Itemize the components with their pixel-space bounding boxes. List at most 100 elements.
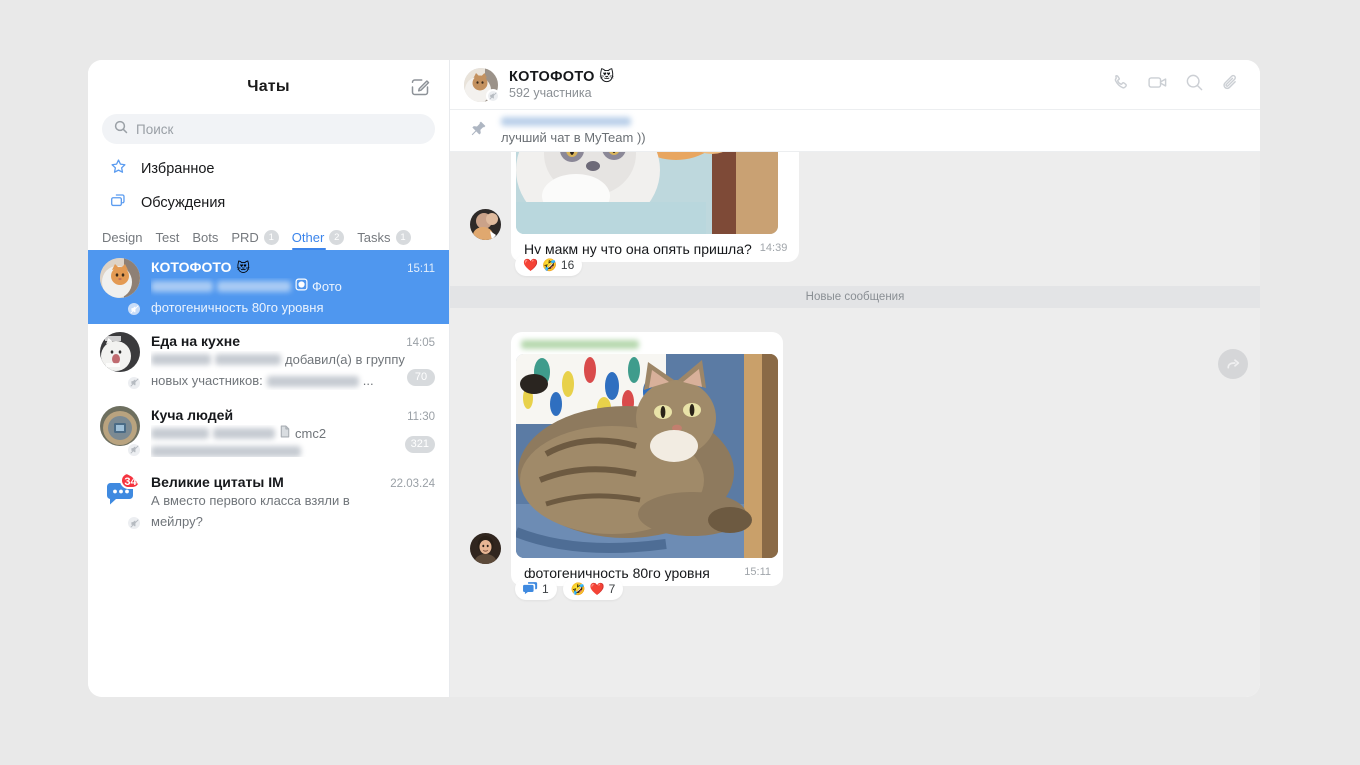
chat-item-body: КОТОФОТО 😻 15:11 Фото фотогеничность 80г… — [151, 258, 435, 316]
chat-list-item-velikie-citaty[interactable]: 34 Великие цитаты IM 22.03.24 А вместо п… — [88, 465, 449, 538]
thread-replies-pill[interactable]: 1 — [515, 578, 557, 601]
chat-item-top: КОТОФОТО 😻 15:11 — [151, 259, 435, 276]
chat-item-preview: А вместо первого класса взяли в мейлру? — [151, 492, 435, 530]
reaction-pill[interactable]: 🤣 ❤️ 7 — [562, 578, 624, 601]
reaction-pill[interactable]: ❤️ 🤣 16 — [515, 254, 583, 277]
avatar-wrapper — [100, 258, 142, 318]
hidden-sender-surname — [213, 427, 275, 439]
mute-badge — [126, 515, 142, 532]
chat-item-body: Еда на кухне 14:05 добавил(а) в группу н… — [151, 332, 435, 389]
phone-icon[interactable] — [1111, 73, 1130, 97]
chat-item-preview: cmc2 — [151, 425, 435, 457]
pin-icon — [470, 120, 487, 142]
preview-first-line: А вместо первого класса взяли в — [151, 492, 350, 508]
mute-badge — [126, 301, 142, 318]
chat-item-name: Еда на кухне — [151, 333, 241, 350]
paperclip-icon[interactable] — [1221, 73, 1240, 97]
search-wrapper — [88, 114, 449, 144]
tab-design[interactable]: Design — [102, 230, 142, 250]
chat-list-item-kotofoto[interactable]: КОТОФОТО 😻 15:11 Фото фотогеничность 80г… — [88, 250, 449, 325]
reaction-count: 7 — [608, 582, 616, 597]
search-icon[interactable] — [1185, 73, 1204, 97]
tab-test[interactable]: Test — [155, 230, 179, 250]
tab-label: Test — [155, 230, 180, 245]
preview-second-line: фотогеничность 80го уровня — [151, 300, 324, 316]
chat-item-name: КОТОФОТО — [151, 259, 232, 275]
tab-label: PRD — [231, 230, 259, 245]
rofl-emoji: 🤣 — [541, 258, 557, 273]
tab-tasks[interactable]: Tasks 1 — [357, 230, 411, 250]
tab-label: Design — [102, 230, 143, 245]
attachment-label: cmc2 — [295, 425, 327, 441]
tab-label: Other — [291, 230, 325, 245]
chat-item-preview: Фото фотогеничность 80го уровня — [151, 278, 435, 316]
chat-item-body: Куча людей 11:30 cmc2 — [151, 406, 435, 457]
chat-list-item-eda-na-kuhne[interactable]: Еда на кухне 14:05 добавил(а) в группу н… — [88, 324, 449, 397]
star-icon — [110, 158, 127, 180]
hidden-message-author — [521, 340, 639, 350]
pinned-message-bar[interactable]: лучший чат в MyTeam )) — [450, 110, 1260, 152]
chat-item-body: Великие цитаты IM 22.03.24 А вместо перв… — [151, 473, 435, 530]
attachment-label: Фото — [312, 279, 342, 294]
discussions-icon — [110, 192, 127, 214]
chat-title: КОТОФОТО 😻 — [509, 69, 615, 85]
sidebar-header: Чаты — [88, 60, 449, 114]
tabby-cat-on-blue-couch-photo[interactable] — [516, 354, 778, 559]
chat-item-top: Куча людей 11:30 — [151, 407, 435, 423]
reaction-count: 16 — [560, 258, 575, 273]
hidden-preview-line — [151, 445, 301, 457]
search-input[interactable] — [136, 121, 423, 137]
preview-second-line-text: новых участников: — [151, 373, 263, 389]
message-list[interactable]: Ну макм ну что она опять пришла? 14:39 ❤… — [450, 152, 1260, 697]
chat-title-block[interactable]: КОТОФОТО 😻 592 участника — [509, 69, 615, 100]
chat-header: КОТОФОТО 😻 592 участника — [450, 60, 1260, 110]
avatar-wrapper — [100, 332, 142, 391]
message-bubble[interactable]: Ну макм ну что она опять пришла? 14:39 ❤… — [511, 152, 800, 277]
chat-list[interactable]: КОТОФОТО 😻 15:11 Фото фотогеничность 80г… — [88, 250, 449, 697]
hidden-member-names — [266, 375, 359, 387]
chat-item-time: 14:05 — [406, 337, 435, 350]
tab-label: Bots — [192, 230, 219, 245]
sidebar-item-favorites[interactable]: Избранное — [88, 152, 449, 186]
hidden-sender-name — [151, 427, 209, 439]
avatar-wrapper[interactable] — [464, 67, 500, 103]
chat-item-preview: добавил(а) в группу новых участников: ..… — [151, 351, 435, 389]
chat-item-name: Куча людей — [151, 406, 234, 423]
unread-count-badge: 70 — [407, 368, 435, 386]
message-reactions: ❤️ 🤣 16 — [515, 254, 583, 277]
chat-list-item-kucha-ludey[interactable]: Куча людей 11:30 cmc2 321 — [88, 398, 449, 465]
chat-folder-tabs: Design Test Bots PRD 1 Other 2 Tasks 1 — [88, 220, 449, 250]
preview-ellipsis: ... — [362, 373, 374, 389]
cat-heart-eyes-emoji: 😻 — [236, 260, 251, 275]
video-camera-icon[interactable] — [1147, 72, 1168, 98]
forward-message-button[interactable] — [1218, 349, 1248, 380]
chat-item-top: Великие цитаты IM 22.03.24 — [151, 474, 435, 490]
message-time: 15:11 — [744, 566, 771, 579]
tab-bots[interactable]: Bots — [192, 230, 218, 250]
cat-heart-eyes-emoji: 😻 — [599, 69, 615, 85]
mute-badge — [126, 441, 142, 458]
pinned-message-text: лучший чат в MyTeam )) — [501, 116, 646, 145]
unread-count-badge: 34 — [120, 472, 140, 489]
chat-item-time: 11:30 — [407, 410, 435, 423]
hidden-sender-surname — [215, 354, 281, 366]
quick-nav: Избранное Обсуждения — [88, 152, 449, 220]
chat-panel: КОТОФОТО 😻 592 участника лучший чат в My… — [450, 60, 1260, 697]
sidebar-item-discussions[interactable]: Обсуждения — [88, 186, 449, 220]
sidebar: Чаты Поиск Избранное Обсуждения Design T… — [88, 60, 450, 697]
chat-item-top: Еда на кухне 14:05 — [151, 333, 435, 349]
tab-badge: 1 — [263, 230, 279, 245]
compose-pencil-icon[interactable] — [409, 76, 431, 98]
message-row: Ну макм ну что она опять пришла? 14:39 ❤… — [450, 152, 1260, 277]
avatar[interactable] — [470, 209, 501, 241]
mute-badge — [486, 88, 500, 103]
tab-other[interactable]: Other 2 — [291, 230, 345, 250]
two-cats-on-blue-blanket-photo[interactable] — [516, 152, 778, 234]
avatar[interactable] — [470, 533, 501, 565]
rofl-emoji: 🤣 — [570, 582, 586, 597]
chat-item-time: 15:11 — [407, 263, 435, 275]
search-box[interactable] — [102, 114, 435, 144]
heart-emoji: ❤️ — [523, 258, 538, 273]
tab-prd[interactable]: PRD 1 — [231, 230, 279, 250]
message-bubble[interactable]: фотогеничность 80го уровня 15:11 1 🤣 ❤️ … — [511, 332, 783, 601]
